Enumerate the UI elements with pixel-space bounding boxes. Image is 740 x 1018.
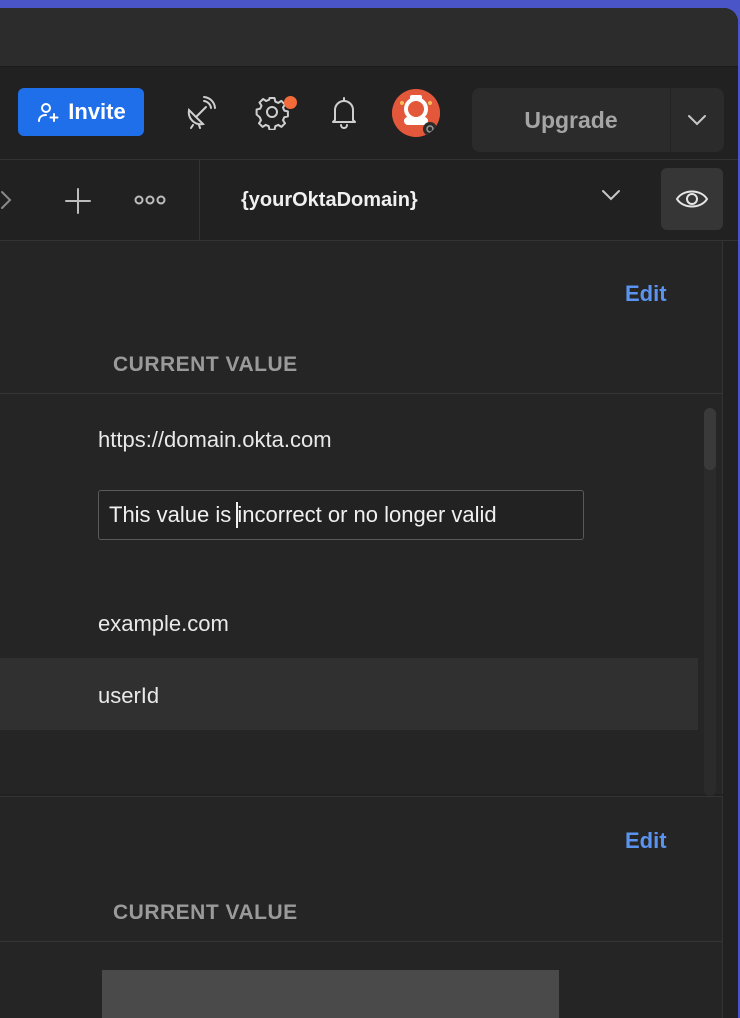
app-window: Invite Upgrade {yourOktaDomain} Edit CUR… <box>0 8 738 1018</box>
input-text-before-cursor: This value is <box>109 502 238 527</box>
invite-button[interactable]: Invite <box>18 88 144 136</box>
chevron-down-icon <box>688 115 706 126</box>
edit-link[interactable]: Edit <box>625 828 667 854</box>
current-value-column-header: CURRENT VALUE <box>113 353 298 376</box>
current-value-cell[interactable]: example.com <box>98 611 229 637</box>
current-value-cell[interactable]: https://domain.okta.com <box>98 427 332 453</box>
satellite-icon[interactable] <box>182 94 218 130</box>
chevron-right-icon[interactable] <box>0 188 14 217</box>
upgrade-button[interactable]: Upgrade <box>472 88 671 152</box>
workspace-toolbar: {yourOktaDomain} <box>0 160 738 241</box>
variables-panel-1: Edit CURRENT VALUE https://domain.okta.c… <box>0 241 723 796</box>
current-value-input[interactable]: This value is incorrect or no longer val… <box>98 490 584 540</box>
invite-label: Invite <box>68 99 126 124</box>
current-value-column-header: CURRENT VALUE <box>113 901 298 924</box>
add-user-icon <box>38 103 59 122</box>
more-icon[interactable] <box>134 192 166 213</box>
scrollbar-thumb[interactable] <box>704 408 716 470</box>
environment-quick-look-button[interactable] <box>661 168 723 230</box>
environment-label: {yourOktaDomain} <box>241 188 418 211</box>
bell-icon[interactable] <box>326 94 362 130</box>
divider <box>0 393 722 394</box>
upgrade-menu-button[interactable] <box>670 88 724 152</box>
top-header: Invite Upgrade <box>0 67 738 160</box>
current-value-cell[interactable]: userId <box>98 683 159 709</box>
environment-selector[interactable]: {yourOktaDomain} <box>199 160 646 240</box>
title-bar <box>0 8 738 67</box>
eye-icon <box>675 190 709 208</box>
divider <box>0 941 722 942</box>
plus-icon[interactable] <box>64 187 92 220</box>
upgrade-split-button: Upgrade <box>472 88 724 152</box>
current-value-placeholder[interactable] <box>102 970 559 1018</box>
variables-panel-2: Edit CURRENT VALUE <box>0 796 723 1018</box>
avatar[interactable] <box>392 89 440 137</box>
chevron-down-icon <box>602 190 620 201</box>
edit-link[interactable]: Edit <box>625 281 667 307</box>
notification-dot <box>284 96 297 109</box>
input-text-after-cursor: incorrect or no longer valid <box>237 502 497 527</box>
